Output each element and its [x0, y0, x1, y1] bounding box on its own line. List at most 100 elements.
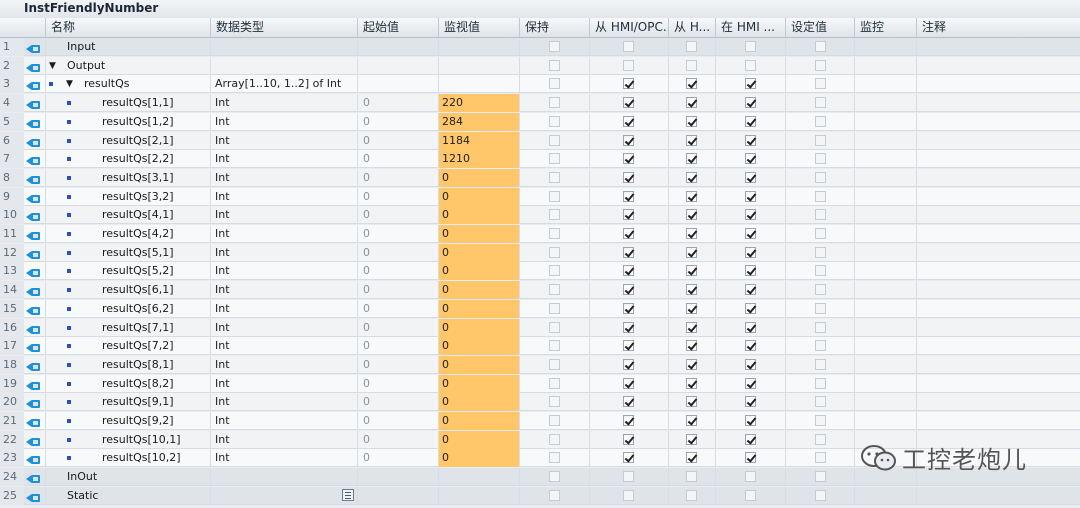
checkbox[interactable]	[815, 228, 826, 239]
expand-arrow-icon[interactable]: ▼	[49, 57, 56, 75]
start-value-cell[interactable]	[357, 56, 438, 75]
table-row[interactable]: 5 resultQs[1,2] Int 0 284	[0, 112, 1080, 131]
name-cell[interactable]: resultQs[4,2]	[45, 225, 210, 243]
checkbox[interactable]	[686, 284, 697, 296]
checkbox[interactable]	[623, 415, 634, 426]
checkbox[interactable]	[686, 358, 697, 370]
datatype-cell[interactable]: Int	[210, 206, 357, 225]
expand-arrow-icon[interactable]: ▼	[66, 75, 73, 93]
datatype-cell[interactable]	[210, 38, 357, 56]
col-header-hmi-in[interactable]: 在 HMI ...	[715, 18, 785, 37]
datatype-cell[interactable]: Int	[210, 449, 357, 468]
checkbox[interactable]	[745, 340, 756, 352]
checkbox[interactable]	[745, 377, 756, 389]
col-header-hmi-h[interactable]: 从 H...	[668, 18, 715, 37]
checkbox[interactable]	[549, 78, 560, 90]
checkbox[interactable]	[549, 489, 560, 501]
table-row[interactable]: 25 Static	[0, 486, 1080, 505]
name-cell[interactable]: ▼ Output	[45, 56, 210, 75]
checkbox[interactable]	[745, 171, 756, 183]
checkbox[interactable]	[745, 115, 756, 127]
checkbox[interactable]	[686, 209, 697, 221]
checkbox[interactable]	[686, 471, 697, 483]
start-value-cell[interactable]: 0	[357, 281, 438, 300]
datatype-cell[interactable]: Int	[210, 94, 357, 113]
datatype-cell[interactable]: Int	[210, 112, 357, 131]
checkbox[interactable]	[549, 41, 560, 52]
checkbox[interactable]	[745, 321, 756, 333]
datatype-cell[interactable]: Int	[210, 430, 357, 449]
comment-cell[interactable]	[916, 131, 1080, 150]
checkbox[interactable]	[815, 452, 826, 464]
checkbox[interactable]	[815, 153, 826, 165]
datatype-cell[interactable]: Int	[210, 393, 357, 412]
checkbox[interactable]	[815, 471, 826, 483]
table-row[interactable]: 11 resultQs[4,2] Int 0 0	[0, 225, 1080, 243]
checkbox[interactable]	[549, 134, 560, 146]
checkbox[interactable]	[815, 284, 826, 296]
checkbox[interactable]	[686, 171, 697, 183]
datatype-cell[interactable]: Array[1..10, 1..2] of Int	[210, 75, 357, 94]
datatype-cell[interactable]: Int	[210, 299, 357, 318]
checkbox[interactable]	[549, 246, 560, 258]
checkbox[interactable]	[815, 190, 826, 202]
checkbox[interactable]	[745, 358, 756, 370]
start-value-cell[interactable]	[357, 38, 438, 56]
checkbox[interactable]	[815, 246, 826, 258]
checkbox[interactable]	[745, 153, 756, 165]
checkbox[interactable]	[623, 340, 634, 352]
name-cell[interactable]: resultQs[1,1]	[45, 94, 210, 113]
start-value-cell[interactable]: 0	[357, 225, 438, 243]
comment-cell[interactable]	[916, 225, 1080, 243]
start-value-cell[interactable]: 0	[357, 355, 438, 374]
datatype-cell[interactable]	[210, 486, 357, 505]
datatype-cell[interactable]: Int	[210, 150, 357, 169]
comment-cell[interactable]	[916, 318, 1080, 337]
name-cell[interactable]: resultQs[8,1]	[45, 355, 210, 374]
datatype-cell[interactable]: Int	[210, 318, 357, 337]
checkbox[interactable]	[745, 489, 756, 501]
col-header-watch[interactable]: 监控	[854, 18, 916, 37]
table-row[interactable]: 21 resultQs[9,2] Int 0 0	[0, 412, 1080, 430]
checkbox[interactable]	[745, 190, 756, 202]
start-value-cell[interactable]: 0	[357, 430, 438, 449]
checkbox[interactable]	[686, 489, 697, 501]
checkbox[interactable]	[745, 59, 756, 71]
datatype-cell[interactable]: Int	[210, 225, 357, 243]
checkbox[interactable]	[549, 265, 560, 277]
comment-cell[interactable]	[916, 262, 1080, 281]
checkbox[interactable]	[815, 358, 826, 370]
datatype-cell[interactable]: Int	[210, 412, 357, 430]
checkbox[interactable]	[745, 246, 756, 258]
comment-cell[interactable]	[916, 187, 1080, 206]
start-value-cell[interactable]	[357, 75, 438, 94]
checkbox[interactable]	[686, 302, 697, 314]
col-header-hmi-opc[interactable]: 从 HMI/OPC...	[589, 18, 668, 37]
name-cell[interactable]: resultQs[2,1]	[45, 131, 210, 150]
datatype-cell[interactable]: Int	[210, 355, 357, 374]
checkbox[interactable]	[745, 396, 756, 408]
name-cell[interactable]: resultQs[3,1]	[45, 168, 210, 187]
checkbox[interactable]	[623, 190, 634, 202]
name-cell[interactable]: resultQs[7,1]	[45, 318, 210, 337]
checkbox[interactable]	[623, 358, 634, 370]
checkbox[interactable]	[815, 41, 826, 52]
name-cell[interactable]: resultQs[5,2]	[45, 262, 210, 281]
start-value-cell[interactable]: 0	[357, 374, 438, 393]
col-header-retain[interactable]: 保持	[519, 18, 589, 37]
table-row[interactable]: 18 resultQs[8,1] Int 0 0	[0, 355, 1080, 374]
checkbox[interactable]	[549, 452, 560, 464]
start-value-cell[interactable]: 0	[357, 337, 438, 356]
checkbox[interactable]	[745, 41, 756, 52]
checkbox[interactable]	[686, 340, 697, 352]
checkbox[interactable]	[623, 396, 634, 408]
checkbox[interactable]	[623, 153, 634, 165]
checkbox[interactable]	[745, 209, 756, 221]
col-header-comment[interactable]: 注释	[916, 18, 1080, 37]
checkbox[interactable]	[815, 59, 826, 71]
checkbox[interactable]	[623, 265, 634, 277]
name-cell[interactable]: resultQs[8,2]	[45, 374, 210, 393]
start-value-cell[interactable]: 0	[357, 168, 438, 187]
name-cell[interactable]: resultQs[10,1]	[45, 430, 210, 449]
checkbox[interactable]	[623, 209, 634, 221]
